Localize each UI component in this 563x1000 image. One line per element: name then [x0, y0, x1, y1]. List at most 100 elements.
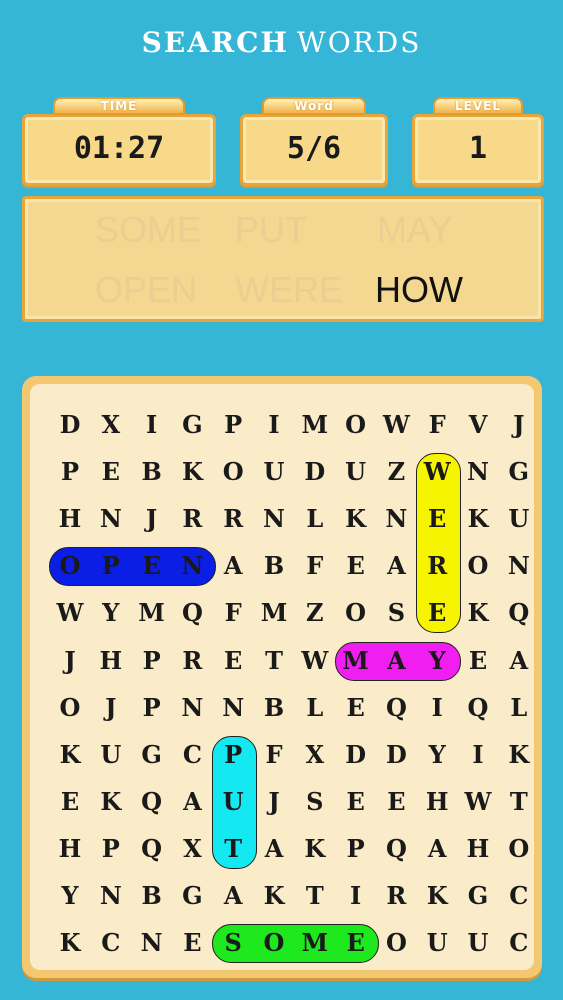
grid-cell[interactable]: G	[458, 872, 498, 919]
grid-cell[interactable]: J	[254, 778, 294, 825]
grid-cell[interactable]: M	[254, 589, 294, 636]
grid-cell[interactable]: I	[254, 401, 294, 448]
grid-cell[interactable]: T	[499, 778, 539, 825]
grid-cell[interactable]: F	[254, 731, 294, 778]
grid-cell[interactable]: J	[91, 684, 131, 731]
grid-cell[interactable]: C	[91, 919, 131, 966]
grid-cell[interactable]: K	[295, 825, 335, 872]
letter-grid[interactable]: DXIGPIMOWFVJPEBKOUDUZWNGHNJRRNLKNEKUOPEN…	[30, 384, 534, 970]
grid-cell[interactable]: E	[336, 542, 376, 589]
grid-cell[interactable]: O	[254, 919, 294, 966]
grid-cell[interactable]: D	[376, 731, 416, 778]
grid-cell[interactable]: E	[417, 495, 457, 542]
grid-cell[interactable]: N	[91, 872, 131, 919]
grid-cell[interactable]: J	[50, 637, 90, 684]
grid-cell[interactable]: Q	[499, 589, 539, 636]
grid-cell[interactable]: N	[132, 919, 172, 966]
grid-cell[interactable]: Y	[91, 589, 131, 636]
grid-cell[interactable]: I	[132, 401, 172, 448]
grid-cell[interactable]: X	[172, 825, 212, 872]
grid-cell[interactable]: O	[50, 542, 90, 589]
grid-cell[interactable]: Q	[132, 778, 172, 825]
grid-cell[interactable]: G	[499, 448, 539, 495]
grid-cell[interactable]: U	[499, 495, 539, 542]
grid-cell[interactable]: W	[376, 401, 416, 448]
grid-cell[interactable]: I	[458, 731, 498, 778]
grid-cell[interactable]: N	[254, 495, 294, 542]
grid-cell[interactable]: G	[172, 872, 212, 919]
grid-cell[interactable]: J	[499, 401, 539, 448]
grid-cell[interactable]: P	[213, 731, 253, 778]
grid-cell[interactable]: S	[213, 919, 253, 966]
grid-cell[interactable]: Q	[172, 589, 212, 636]
grid-cell[interactable]: N	[213, 684, 253, 731]
grid-cell[interactable]: P	[132, 637, 172, 684]
grid-cell[interactable]: C	[499, 919, 539, 966]
grid-cell[interactable]: L	[499, 684, 539, 731]
grid-cell[interactable]: N	[91, 495, 131, 542]
grid-cell[interactable]: M	[295, 919, 335, 966]
grid-cell[interactable]: A	[499, 637, 539, 684]
grid-cell[interactable]: O	[458, 542, 498, 589]
grid-cell[interactable]: E	[458, 637, 498, 684]
grid-cell[interactable]: P	[336, 825, 376, 872]
grid-cell[interactable]: B	[132, 448, 172, 495]
grid-cell[interactable]: Y	[417, 731, 457, 778]
grid-cell[interactable]: O	[336, 401, 376, 448]
grid-cell[interactable]: N	[499, 542, 539, 589]
grid-cell[interactable]: F	[417, 401, 457, 448]
grid-cell[interactable]: Q	[458, 684, 498, 731]
grid-cell[interactable]: K	[499, 731, 539, 778]
grid-cell[interactable]: H	[50, 825, 90, 872]
grid-cell[interactable]: P	[132, 684, 172, 731]
grid-cell[interactable]: T	[213, 825, 253, 872]
grid-cell[interactable]: F	[295, 542, 335, 589]
grid-cell[interactable]: X	[295, 731, 335, 778]
grid-cell[interactable]: Y	[50, 872, 90, 919]
grid-cell[interactable]: E	[336, 684, 376, 731]
grid-cell[interactable]: T	[254, 637, 294, 684]
grid-cell[interactable]: K	[91, 778, 131, 825]
grid-cell[interactable]: Q	[376, 684, 416, 731]
grid-cell[interactable]: S	[295, 778, 335, 825]
grid-cell[interactable]: A	[376, 637, 416, 684]
grid-cell[interactable]: N	[376, 495, 416, 542]
grid-cell[interactable]: E	[50, 778, 90, 825]
grid-cell[interactable]: D	[336, 731, 376, 778]
grid-cell[interactable]: H	[50, 495, 90, 542]
grid-cell[interactable]: W	[295, 637, 335, 684]
grid-cell[interactable]: X	[91, 401, 131, 448]
grid-cell[interactable]: K	[417, 872, 457, 919]
grid-cell[interactable]: B	[254, 542, 294, 589]
grid-cell[interactable]: P	[213, 401, 253, 448]
grid-cell[interactable]: U	[417, 919, 457, 966]
grid-cell[interactable]: H	[91, 637, 131, 684]
grid-cell[interactable]: E	[132, 542, 172, 589]
grid-cell[interactable]: P	[50, 448, 90, 495]
grid-cell[interactable]: O	[376, 919, 416, 966]
grid-cell[interactable]: K	[458, 495, 498, 542]
grid-cell[interactable]: I	[336, 872, 376, 919]
grid-cell[interactable]: E	[336, 778, 376, 825]
grid-cell[interactable]: U	[213, 778, 253, 825]
grid-cell[interactable]: P	[91, 825, 131, 872]
grid-cell[interactable]: G	[132, 731, 172, 778]
grid-cell[interactable]: O	[336, 589, 376, 636]
grid-cell[interactable]: V	[458, 401, 498, 448]
grid-cell[interactable]: N	[172, 542, 212, 589]
grid-cell[interactable]: A	[376, 542, 416, 589]
grid-cell[interactable]: R	[376, 872, 416, 919]
grid-cell[interactable]: E	[172, 919, 212, 966]
grid-cell[interactable]: R	[172, 495, 212, 542]
grid-cell[interactable]: K	[254, 872, 294, 919]
grid-cell[interactable]: M	[295, 401, 335, 448]
grid-cell[interactable]: A	[417, 825, 457, 872]
grid-cell[interactable]: U	[336, 448, 376, 495]
grid-cell[interactable]: A	[213, 872, 253, 919]
grid-cell[interactable]: E	[336, 919, 376, 966]
grid-cell[interactable]: H	[458, 825, 498, 872]
grid-cell[interactable]: T	[295, 872, 335, 919]
grid-cell[interactable]: Y	[417, 637, 457, 684]
grid-cell[interactable]: C	[172, 731, 212, 778]
grid-cell[interactable]: I	[417, 684, 457, 731]
